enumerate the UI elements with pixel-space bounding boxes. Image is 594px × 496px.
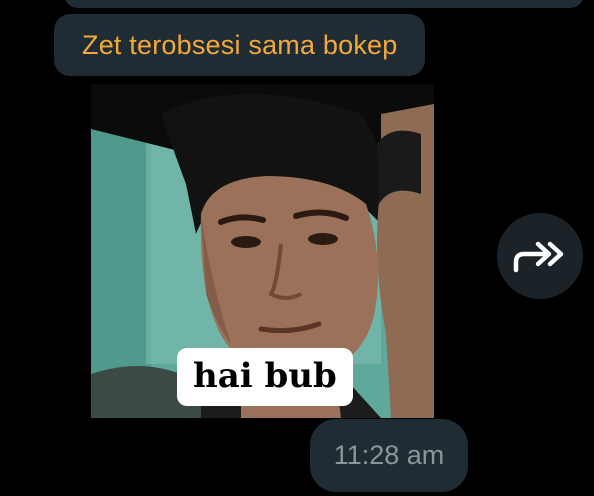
quoted-message-text: Zet terobsesi sama bokep xyxy=(82,29,398,60)
timestamp-bubble: 11:28 am xyxy=(310,419,468,492)
message-timestamp: 11:28 am xyxy=(333,440,445,470)
previous-message-bubble[interactable] xyxy=(64,0,584,8)
forward-button[interactable] xyxy=(497,213,583,299)
sticker-caption: hai bub xyxy=(177,348,353,406)
forward-double-arrow-icon xyxy=(513,241,564,273)
quoted-message-bubble[interactable]: Zet terobsesi sama bokep xyxy=(54,14,426,76)
